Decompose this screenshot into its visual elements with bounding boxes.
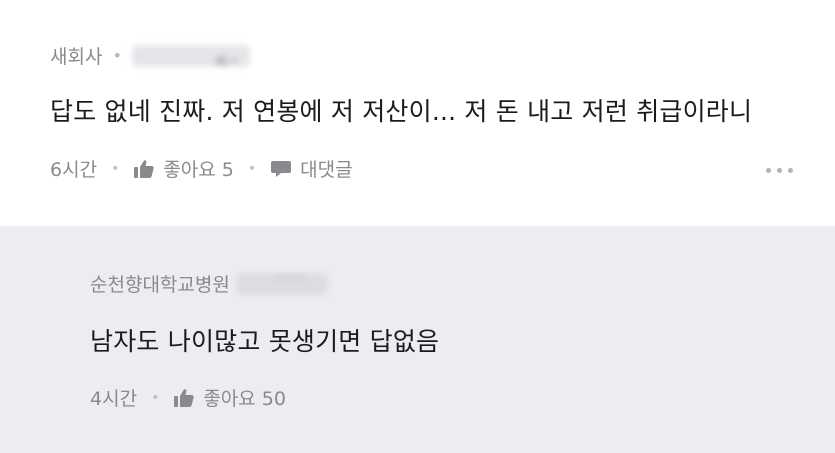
comment-author-row: 새회사 • 서ㅡ	[50, 42, 250, 70]
reply-author-row: 순천향대학교병원 ······	[90, 270, 328, 297]
blurred-author-info: ······	[235, 270, 328, 295]
thumbs-up-icon[interactable]	[173, 388, 195, 408]
more-dots-icon[interactable]	[766, 168, 793, 173]
reply-card: 순천향대학교병원 ······ 남자도 나이많고 못생기면 답없음 4시간 • …	[0, 226, 835, 453]
blurred-author-trail: 서ㅡ	[213, 54, 240, 70]
speech-bubble-icon[interactable]	[270, 159, 292, 179]
comment-time: 6시간	[50, 159, 98, 181]
reply-time: 4시간	[90, 388, 138, 410]
thumbs-up-icon[interactable]	[133, 159, 155, 179]
reply-author-name[interactable]: 순천향대학교병원	[90, 270, 230, 297]
like-button[interactable]: 좋아요 5	[163, 155, 234, 182]
reply-text: 남자도 나이많고 못생기면 답없음	[90, 327, 440, 356]
comment-card: 새회사 • 서ㅡ 답도 없네 진짜. 저 연봉에 저 저산이... 저 돈 내고…	[0, 0, 835, 226]
like-button[interactable]: 좋아요 50	[203, 384, 286, 411]
separator-dot: •	[151, 389, 160, 406]
blurred-author-info: 서ㅡ	[131, 44, 250, 70]
separator-dot: •	[112, 46, 122, 65]
comment-author-name[interactable]: 새회사	[50, 42, 102, 69]
comment-text: 답도 없네 진짜. 저 연봉에 저 저산이... 저 돈 내고 저런 취급이라니	[50, 97, 753, 126]
separator-dot: •	[247, 160, 257, 177]
reply-button[interactable]: 대댓글	[300, 155, 352, 182]
blurred-author-trail: ······	[275, 270, 306, 286]
reply-meta-row: 4시간 • 좋아요 50	[90, 384, 286, 411]
comment-meta-row: 6시간 • 좋아요 5 • 대댓글	[50, 155, 353, 182]
separator-dot: •	[111, 160, 120, 177]
